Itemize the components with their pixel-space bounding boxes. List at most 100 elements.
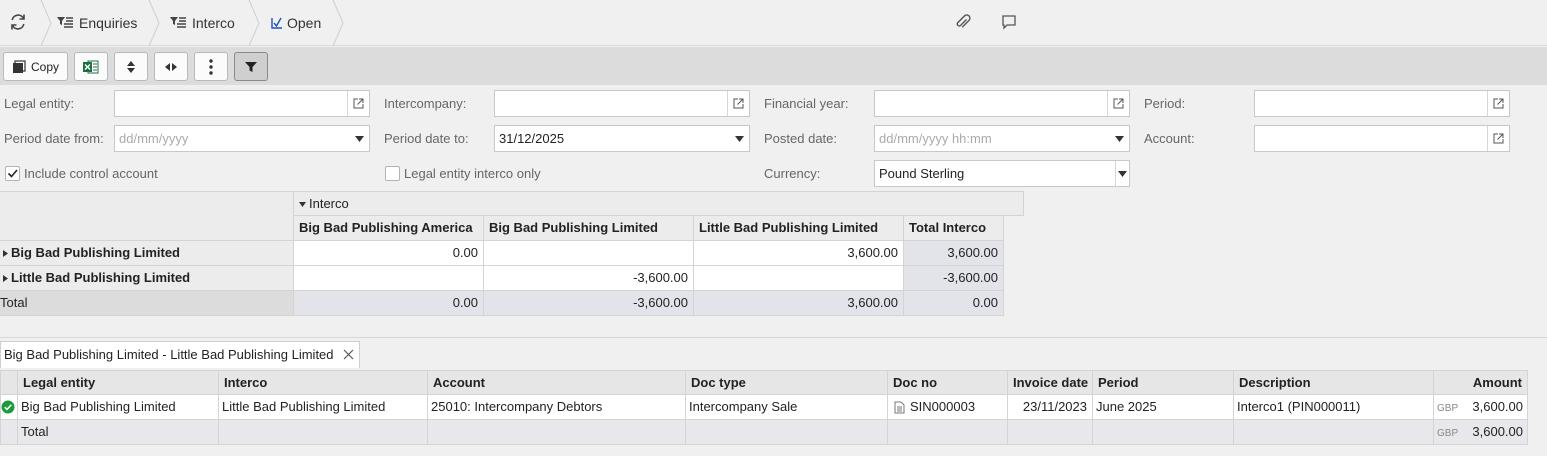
table-cell <box>686 420 888 445</box>
grid-column-header[interactable]: Interco <box>219 370 428 395</box>
detail-tab[interactable]: Big Bad Publishing Limited - Little Bad … <box>0 341 360 368</box>
include-control-account-label: Include control account <box>24 166 158 181</box>
pivot-row-total[interactable]: 3,600.00 <box>904 241 1004 266</box>
grid-total-amount[interactable]: GBP 3,600.00 <box>1434 420 1528 445</box>
period-label: Period: <box>1144 96 1186 111</box>
doc-no-cell[interactable]: SIN000003 <box>888 395 1008 420</box>
comment-icon[interactable] <box>1000 13 1018 31</box>
pivot-cell[interactable] <box>484 241 694 266</box>
copy-label: Copy <box>30 59 59 74</box>
grid-column-header[interactable]: Doc type <box>686 370 888 395</box>
pivot-column-header[interactable]: Total Interco <box>904 216 1004 241</box>
posted-date-field[interactable]: dd/mm/yyyy hh:mm <box>874 125 1130 152</box>
grid-column-header[interactable]: Period <box>1093 370 1234 395</box>
breadcrumb-separator <box>332 0 344 46</box>
intercompany-label: Intercompany: <box>384 96 467 111</box>
grid-column-header[interactable]: Invoice date <box>1008 370 1093 395</box>
chevron-down-icon[interactable] <box>353 126 365 151</box>
document-icon <box>894 401 905 414</box>
expand-columns-button[interactable] <box>154 52 188 81</box>
more-options-button[interactable] <box>194 52 228 81</box>
period-date-to-field[interactable]: 31/12/2025 <box>494 125 750 152</box>
grid-column-header[interactable]: Description <box>1234 370 1434 395</box>
refresh-icon[interactable] <box>8 12 28 32</box>
pivot-column-header[interactable]: Little Bad Publishing Limited <box>694 216 904 241</box>
financial-year-label: Financial year: <box>764 96 849 111</box>
table-cell[interactable]: Intercompany Sale <box>686 395 888 420</box>
copy-button[interactable]: Copy <box>3 52 68 81</box>
pivot-row-header[interactable]: Little Bad Publishing Limited <box>0 266 294 291</box>
breadcrumb-separator <box>148 0 160 46</box>
pivot-total-cell[interactable]: -3,600.00 <box>484 291 694 316</box>
excel-icon <box>83 60 99 74</box>
grid-column-header[interactable]: Doc no <box>888 370 1008 395</box>
legal-entity-interco-only-label: Legal entity interco only <box>404 166 541 181</box>
breadcrumb-item-interco[interactable]: Interco <box>170 0 235 46</box>
grid-total-label: Total <box>18 420 219 445</box>
pivot-total-cell[interactable]: 0.00 <box>294 291 484 316</box>
lookup-icon[interactable] <box>1107 91 1129 116</box>
pivot-column-header[interactable]: Big Bad Publishing America <box>294 216 484 241</box>
pivot-row-total[interactable]: -3,600.00 <box>904 266 1004 291</box>
breadcrumb-label: Interco <box>192 15 235 31</box>
status-column-header <box>0 370 18 395</box>
pivot-total-cell[interactable]: 3,600.00 <box>694 291 904 316</box>
filter-list-icon <box>57 16 73 30</box>
grid-column-header[interactable]: Legal entity <box>18 370 219 395</box>
filter-list-icon <box>170 16 186 30</box>
table-cell[interactable]: June 2025 <box>1093 395 1234 420</box>
breadcrumb-label: Enquiries <box>79 15 138 31</box>
filter-toggle-button[interactable] <box>234 52 268 81</box>
pivot-cell[interactable]: -3,600.00 <box>484 266 694 291</box>
lookup-icon[interactable] <box>1487 126 1509 151</box>
financial-year-field[interactable] <box>874 90 1130 117</box>
breadcrumb-item-open[interactable]: Open <box>271 0 321 46</box>
table-cell[interactable]: 25010: Intercompany Debtors <box>428 395 686 420</box>
legal-entity-label: Legal entity: <box>4 96 75 111</box>
period-field[interactable] <box>1254 90 1510 117</box>
lookup-icon[interactable] <box>1487 91 1509 116</box>
chevron-down-icon[interactable] <box>1113 126 1125 151</box>
period-date-from-field[interactable]: dd/mm/yyyy <box>114 125 370 152</box>
total-row-status <box>0 420 18 445</box>
lookup-icon[interactable] <box>727 91 749 116</box>
amount-value: 3,600.00 <box>1472 399 1523 414</box>
table-cell[interactable]: Interco1 (PIN000011) <box>1234 395 1434 420</box>
pivot-grand-total[interactable]: 0.00 <box>904 291 1004 316</box>
breadcrumb-item-enquiries[interactable]: Enquiries <box>57 0 137 46</box>
table-cell[interactable]: 23/11/2023 <box>1008 395 1093 420</box>
grid-column-header[interactable]: Account <box>428 370 686 395</box>
pivot-row-header[interactable]: Big Bad Publishing Limited <box>0 241 294 266</box>
table-cell[interactable]: Big Bad Publishing Limited <box>18 395 219 420</box>
pivot-row-label: Big Bad Publishing Limited <box>11 245 180 260</box>
pivot-group-label: Interco <box>309 196 349 211</box>
chevron-down-icon[interactable] <box>1115 161 1129 186</box>
pivot-cell[interactable] <box>694 266 904 291</box>
period-date-from-label: Period date from: <box>4 131 104 146</box>
account-label: Account: <box>1144 131 1195 146</box>
expand-rows-button[interactable] <box>114 52 148 81</box>
paperclip-icon[interactable] <box>954 13 972 31</box>
lookup-icon[interactable] <box>347 91 369 116</box>
close-icon[interactable] <box>343 349 354 360</box>
account-field[interactable] <box>1254 125 1510 152</box>
pivot-group-header[interactable]: Interco <box>294 191 1024 216</box>
pivot-column-header[interactable]: Big Bad Publishing Limited <box>484 216 694 241</box>
pivot-cell[interactable] <box>294 266 484 291</box>
legal-entity-field[interactable] <box>114 90 370 117</box>
chevron-down-icon[interactable] <box>733 126 745 151</box>
table-cell <box>1093 420 1234 445</box>
pivot-cell[interactable]: 0.00 <box>294 241 484 266</box>
export-excel-button[interactable] <box>74 52 108 81</box>
intercompany-field[interactable] <box>494 90 750 117</box>
currency-select[interactable]: Pound Sterling <box>874 160 1130 187</box>
legal-entity-interco-only-checkbox[interactable] <box>385 166 400 181</box>
period-date-to-value: 31/12/2025 <box>499 131 565 146</box>
divider <box>0 337 1547 338</box>
include-control-account-checkbox[interactable] <box>5 166 20 181</box>
amount-cell[interactable]: GBP 3,600.00 <box>1434 395 1528 420</box>
table-cell[interactable]: Little Bad Publishing Limited <box>219 395 428 420</box>
breadcrumb-bar: Enquiries Interco Open <box>0 0 1547 46</box>
grid-column-header[interactable]: Amount <box>1434 370 1528 395</box>
pivot-cell[interactable]: 3,600.00 <box>694 241 904 266</box>
